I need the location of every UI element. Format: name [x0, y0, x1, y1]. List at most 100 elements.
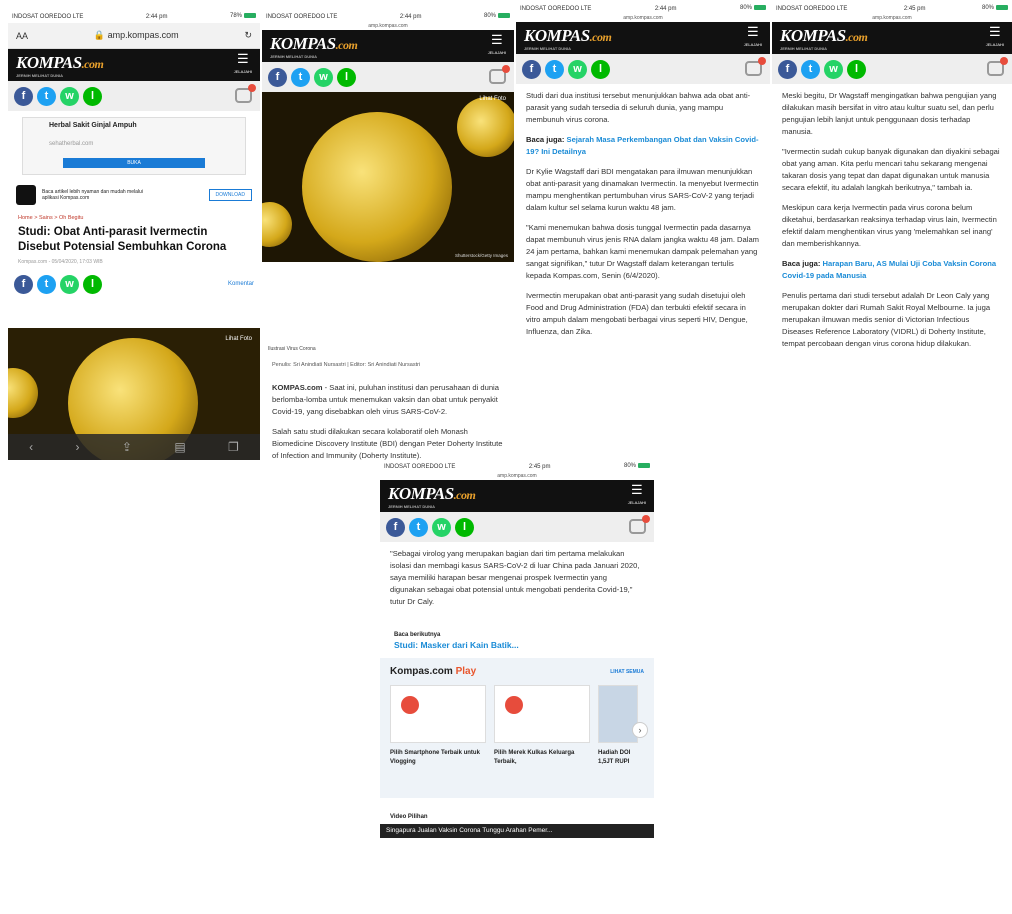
browser-toolbar: ‹ › ⇪ ▤ ❐ [8, 434, 260, 460]
line-icon[interactable]: l [591, 59, 610, 79]
whatsapp-icon[interactable]: w [568, 59, 587, 79]
kompas-logo[interactable]: KOMPAS.com JERNIH MELIHAT DUNIA [270, 34, 358, 59]
card-image [390, 685, 486, 743]
related-link[interactable]: Baca juga: Sejarah Masa Perkembangan Oba… [526, 134, 760, 158]
related-link[interactable]: Baca juga: Harapan Baru, AS Mulai Uji Co… [782, 258, 1002, 282]
whatsapp-icon[interactable]: w [60, 274, 79, 294]
forward-icon[interactable]: › [76, 440, 80, 454]
site-header: KOMPAS.com JERNIH MELIHAT DUNIA ☰ JELAJAHI [772, 22, 1012, 54]
comment-icon[interactable] [235, 84, 256, 103]
line-icon[interactable]: l [337, 67, 356, 87]
photo-credit: Shutterstock/Getty Images [454, 253, 508, 258]
screenshot-5: INDOSAT OOREDOO LTE 2:45 pm 80% amp.komp… [380, 460, 654, 914]
see-all-link[interactable]: LIHAT SEMUA [610, 669, 644, 675]
facebook-icon[interactable]: f [522, 59, 541, 79]
menu-icon[interactable]: ☰ JELAJAHI [628, 483, 646, 509]
twitter-icon[interactable]: t [545, 59, 564, 79]
facebook-icon[interactable]: f [778, 59, 797, 79]
next-article-link[interactable]: Studi: Masker dari Kain Batik... [380, 638, 654, 652]
status-bar: INDOSAT OOREDOO LTE 2:45 pm 80% [772, 2, 1012, 15]
play-card[interactable]: Pilih Merek Kulkas Keluarga Terbaik, [494, 685, 590, 767]
menu-icon[interactable]: ☰ JELAJAHI [986, 25, 1004, 51]
facebook-icon[interactable]: f [386, 517, 405, 537]
paragraph: Salah satu studi dilakukan secara kolabo… [272, 427, 503, 460]
kompas-logo[interactable]: KOMPAS.com JERNIH MELIHAT DUNIA [524, 26, 612, 51]
site-header: KOMPAS.com JERNIH MELIHAT DUNIA ☰ JELAJAHI [380, 480, 654, 512]
screenshot-collage: INDOSAT OOREDOO LTE 2:44 pm 78% AA 🔒 amp… [0, 0, 1012, 914]
line-icon[interactable]: l [847, 59, 866, 79]
paragraph: "Kami menemukan bahwa dosis tunggal Iver… [526, 223, 759, 280]
status-bar: INDOSAT OOREDOO LTE 2:44 pm 80% [516, 2, 770, 15]
url-text[interactable]: amp.kompas.com [108, 30, 179, 40]
kompas-logo[interactable]: KOMPAS.com JERNIH MELIHAT DUNIA [388, 484, 476, 509]
video-title[interactable]: Singapura Jualan Vaksin Corona Tunggu Ar… [380, 824, 654, 838]
download-button[interactable]: DOWNLOAD [208, 189, 252, 201]
facebook-icon[interactable]: f [268, 67, 287, 87]
url-text[interactable]: amp.kompas.com [772, 15, 1012, 22]
line-icon[interactable]: l [83, 274, 102, 294]
article-body: KOMPAS.com - Saat ini, puluhan institusi… [262, 376, 514, 460]
site-header: KOMPAS.com JERNIH MELIHAT DUNIA ☰ JELAJAHI [8, 49, 260, 81]
share-icon[interactable]: ⇪ [122, 440, 132, 454]
whatsapp-icon[interactable]: w [60, 86, 79, 106]
paragraph: Meski begitu, Dr Wagstaff mengingatkan b… [782, 91, 997, 136]
comment-icon[interactable] [987, 57, 1008, 76]
comment-icon[interactable] [745, 57, 766, 76]
notice-text: Baca artikel lebih nyaman dan mudah mela… [42, 189, 143, 201]
virus-illustration-small [262, 202, 292, 247]
virus-illustration-small [457, 97, 514, 157]
twitter-icon[interactable]: t [801, 59, 820, 79]
ad-open-button[interactable]: BUKA [63, 158, 205, 168]
whatsapp-icon[interactable]: w [824, 59, 843, 79]
line-icon[interactable]: l [83, 86, 102, 106]
url-text[interactable]: amp.kompas.com [262, 23, 514, 30]
paragraph: Penulis pertama dari studi tersebut adal… [782, 291, 991, 348]
url-text[interactable]: amp.kompas.com [380, 473, 654, 480]
text-size-button[interactable]: AA [16, 31, 28, 41]
ad-url: sehatherbal.com [49, 141, 94, 147]
play-card[interactable]: Pilih Smartphone Terbaik untuk Vlogging [390, 685, 486, 767]
carousel-next-icon[interactable]: › [632, 722, 648, 738]
battery-icon [996, 5, 1008, 11]
twitter-icon[interactable]: t [291, 67, 310, 87]
tabs-icon[interactable]: ❐ [228, 440, 239, 454]
whatsapp-icon[interactable]: w [432, 517, 451, 537]
share-bar: f t w l [262, 62, 514, 92]
browser-address-bar[interactable]: AA 🔒 amp.kompas.com ↻ [8, 23, 260, 49]
breadcrumb[interactable]: Home > Sains > Oh Begitu [8, 209, 260, 225]
bookmarks-icon[interactable]: ▤ [174, 440, 185, 454]
comment-icon[interactable] [629, 515, 650, 534]
twitter-icon[interactable]: t [37, 274, 56, 294]
paragraph: Ivermectin merupakan obat anti-parasit y… [526, 291, 748, 336]
twitter-icon[interactable]: t [37, 86, 56, 106]
site-header: KOMPAS.com JERNIH MELIHAT DUNIA ☰ JELAJAHI [262, 30, 514, 62]
status-bar: INDOSAT OOREDOO LTE 2:44 pm 80% [262, 10, 514, 23]
menu-icon[interactable]: ☰ JELAJAHI [744, 25, 762, 51]
ad-banner[interactable]: Herbal Sakit Ginjal Ampuh sehatherbal.co… [22, 117, 246, 175]
card-image [494, 685, 590, 743]
article-image[interactable]: Lihat Foto ‹ › ⇪ ▤ ❐ [8, 328, 260, 460]
whatsapp-icon[interactable]: w [314, 67, 333, 87]
screenshot-2: INDOSAT OOREDOO LTE 2:44 pm 80% amp.komp… [262, 10, 514, 460]
comment-icon[interactable] [489, 65, 510, 84]
kompas-logo[interactable]: KOMPAS.com JERNIH MELIHAT DUNIA [16, 53, 104, 78]
share-bar: f t w l [516, 54, 770, 84]
facebook-icon[interactable]: f [14, 274, 33, 294]
line-icon[interactable]: l [455, 517, 474, 537]
kompas-logo[interactable]: KOMPAS.com JERNIH MELIHAT DUNIA [780, 26, 868, 51]
twitter-icon[interactable]: t [409, 517, 428, 537]
article-date: Kompas.com - 05/04/2020, 17:03 WIB [18, 259, 103, 265]
reload-icon[interactable]: ↻ [244, 30, 252, 41]
url-text[interactable]: amp.kompas.com [516, 15, 770, 22]
screenshot-4: INDOSAT OOREDOO LTE 2:45 pm 80% amp.komp… [772, 2, 1012, 454]
paragraph: Meskipun cara kerja Ivermectin pada viru… [782, 203, 997, 248]
back-icon[interactable]: ‹ [29, 440, 33, 454]
article-image[interactable]: Lihat Foto Shutterstock/Getty Images [262, 92, 514, 262]
view-photo-link[interactable]: Lihat Foto [225, 336, 252, 342]
kompas-play-section: Kompas.com Play LIHAT SEMUA Pilih Smartp… [380, 658, 654, 798]
view-photo-link[interactable]: Lihat Foto [479, 96, 506, 102]
facebook-icon[interactable]: f [14, 86, 33, 106]
menu-icon[interactable]: ☰ JELAJAHI [234, 52, 252, 78]
comment-link[interactable]: Komentar [228, 281, 254, 287]
menu-icon[interactable]: ☰ JELAJAHI [488, 33, 506, 59]
